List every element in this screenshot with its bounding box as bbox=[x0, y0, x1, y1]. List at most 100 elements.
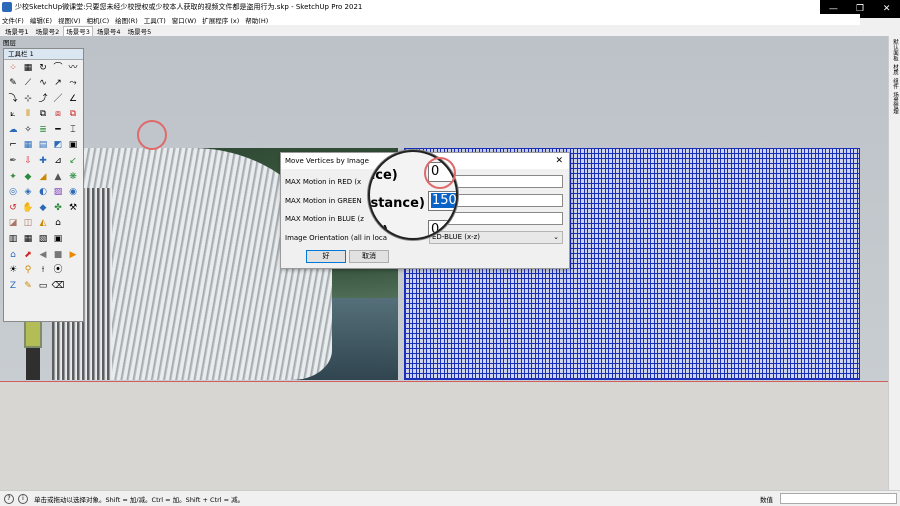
select-icon[interactable]: ⁘ bbox=[7, 62, 19, 74]
menu-camera[interactable]: 相机(C) bbox=[87, 15, 110, 25]
doc-icon[interactable]: ▭ bbox=[37, 280, 49, 292]
menu-window[interactable]: 窗口(W) bbox=[172, 15, 197, 25]
split-icon[interactable]: ⟊ bbox=[37, 265, 49, 277]
back-arrow-icon[interactable]: ◀ bbox=[37, 249, 49, 261]
grid-icon[interactable]: ▦ bbox=[22, 140, 34, 152]
info-icon[interactable]: i bbox=[18, 493, 28, 504]
pan-icon[interactable]: ✧ bbox=[22, 124, 34, 136]
home-view-icon[interactable]: ⌂ bbox=[7, 249, 19, 261]
menu-help[interactable]: 帮助(H) bbox=[245, 15, 268, 25]
dimension-icon[interactable]: ⦀ bbox=[22, 109, 34, 121]
paint-icon[interactable]: ◩ bbox=[52, 140, 64, 152]
sun-icon[interactable]: ☀ bbox=[7, 265, 19, 277]
table-icon[interactable]: ▤ bbox=[37, 140, 49, 152]
figure-tool-icon[interactable]: ✎ bbox=[22, 280, 34, 292]
menu-extensions[interactable]: 扩展程序 (x) bbox=[202, 15, 239, 25]
arc-icon[interactable]: ⌒ bbox=[52, 62, 64, 74]
line-icon[interactable]: ⟋ bbox=[22, 78, 34, 90]
scene-tab-4[interactable]: 场景号4 bbox=[94, 26, 124, 36]
zoom-extents-icon[interactable]: Z bbox=[7, 280, 19, 292]
tray-tab-components[interactable]: 组件 bbox=[891, 78, 899, 89]
shade-icon[interactable]: ◎ bbox=[7, 187, 19, 199]
outer-shell-icon[interactable]: ⧈ bbox=[52, 109, 64, 121]
menu-file[interactable]: 文件(F) bbox=[2, 15, 24, 25]
measure-icon[interactable]: ⟀ bbox=[7, 109, 19, 121]
scene-tab-2[interactable]: 场景号2 bbox=[33, 26, 63, 36]
weld-tool-icon[interactable]: ⦿ bbox=[52, 265, 64, 277]
import-icon[interactable]: ⬈ bbox=[22, 249, 34, 261]
freehand-icon[interactable]: 〰 bbox=[67, 62, 79, 74]
pushpull-icon[interactable]: ⇩ bbox=[22, 156, 34, 168]
menu-view[interactable]: 视图(V) bbox=[58, 15, 81, 25]
tray-tab-default[interactable]: 默认面板 bbox=[891, 39, 899, 61]
menu-tools[interactable]: 工具(T) bbox=[144, 15, 166, 25]
look-icon[interactable]: ▦ bbox=[22, 234, 34, 246]
toolbar-palette-title[interactable]: 工具栏 1 bbox=[4, 49, 83, 60]
eraser-small-icon[interactable]: ⌫ bbox=[52, 280, 65, 292]
dialog-close-icon[interactable]: ✕ bbox=[555, 153, 563, 169]
rotate-icon[interactable]: ⌐ bbox=[7, 140, 19, 152]
follow-me-icon[interactable]: ↙ bbox=[67, 156, 79, 168]
cube-icon[interactable]: ◈ bbox=[22, 187, 34, 199]
wood-icon[interactable]: ◪ bbox=[7, 218, 19, 230]
play-icon[interactable]: ▶ bbox=[67, 249, 79, 261]
arc-3pt-icon[interactable]: ⤴ bbox=[37, 93, 49, 105]
material-icon[interactable]: ◫ bbox=[22, 218, 34, 230]
measurements-input[interactable] bbox=[780, 493, 897, 504]
weld-icon[interactable]: ⚒ bbox=[67, 202, 79, 214]
smoove-icon[interactable]: ✤ bbox=[52, 202, 64, 214]
tray-tab-scenes[interactable]: 场景管理 bbox=[891, 92, 899, 114]
box-icon[interactable]: ▣ bbox=[67, 140, 79, 152]
sandbox-icon[interactable]: ✦ bbox=[7, 171, 19, 183]
red-motion-label: MAX Motion in RED (x bbox=[285, 178, 362, 186]
intersect-icon[interactable]: ⧉ bbox=[67, 109, 79, 121]
menu-draw[interactable]: 绘图(R) bbox=[115, 15, 138, 25]
section-icon[interactable]: ▧ bbox=[37, 234, 49, 246]
scene-tab-1[interactable]: 场景号1 bbox=[2, 26, 32, 36]
hand-icon[interactable]: ✋ bbox=[22, 202, 34, 214]
align-icon[interactable]: ⌂ bbox=[52, 218, 64, 230]
help-icon[interactable]: ? bbox=[4, 493, 14, 504]
stack-icon[interactable]: ≣ bbox=[37, 124, 49, 136]
bezier-icon[interactable]: ⤳ bbox=[67, 78, 79, 90]
shell-icon[interactable]: ◐ bbox=[37, 187, 49, 199]
walk-icon[interactable]: ▥ bbox=[7, 234, 19, 246]
lasso-icon[interactable]: ↻ bbox=[37, 62, 49, 74]
close-window-button[interactable]: ✕ bbox=[873, 0, 900, 18]
layer-label: 图层 bbox=[3, 39, 16, 47]
camera-icon[interactable]: ▣ bbox=[52, 234, 64, 246]
offset-icon[interactable]: ▲ bbox=[52, 171, 64, 183]
flip-icon[interactable]: ↺ bbox=[7, 202, 19, 214]
ok-button[interactable]: 好 bbox=[306, 250, 346, 263]
duplicate-icon[interactable]: ⧉ bbox=[37, 109, 49, 121]
xray-icon[interactable]: ▨ bbox=[52, 187, 64, 199]
polyline-icon[interactable]: ∿ bbox=[37, 78, 49, 90]
terrain-icon[interactable]: ◆ bbox=[22, 171, 34, 183]
arc-2pt-icon[interactable]: ⤵ bbox=[7, 93, 19, 105]
curve-icon[interactable]: ↗ bbox=[52, 78, 64, 90]
scene-tab-3[interactable]: 场景号3 bbox=[63, 26, 93, 36]
pencil-icon[interactable]: ✎ bbox=[7, 78, 19, 90]
segment-icon[interactable]: ／ bbox=[52, 93, 64, 105]
stop-icon[interactable]: ■ bbox=[52, 249, 64, 261]
tray-tab-materials[interactable]: 材质 bbox=[891, 64, 899, 75]
scale-icon[interactable]: ◢ bbox=[37, 171, 49, 183]
axis-icon[interactable]: ⊿ bbox=[52, 156, 64, 168]
orbit-icon[interactable]: ☁ bbox=[7, 124, 19, 136]
dash-icon[interactable]: ━ bbox=[52, 124, 64, 136]
cancel-button[interactable]: 取消 bbox=[349, 250, 389, 263]
subdivide-icon[interactable]: ◉ bbox=[67, 187, 79, 199]
globe-icon[interactable]: ❋ bbox=[67, 171, 79, 183]
toolbar-grid: ⁘ ▦ ↻ ⌒ 〰 ✎ ⟋ ∿ ↗ ⤳ ⤵ ⊹ ⤴ ／ ∠ ⟀ ⦀ ⧉ ⧈ ⧉ … bbox=[4, 60, 83, 298]
component-icon[interactable]: ▦ bbox=[22, 62, 34, 74]
text-icon[interactable]: ⌶ bbox=[67, 124, 79, 136]
pin-icon[interactable]: ⚲ bbox=[22, 265, 34, 277]
texture-icon[interactable]: ◭ bbox=[37, 218, 49, 230]
scene-tab-5[interactable]: 场景号5 bbox=[125, 26, 155, 36]
eraser-icon[interactable]: ✒ bbox=[7, 156, 19, 168]
angle-icon[interactable]: ∠ bbox=[67, 93, 79, 105]
extrude-icon[interactable]: ✚ bbox=[37, 156, 49, 168]
menu-edit[interactable]: 编辑(E) bbox=[30, 15, 52, 25]
drape-icon[interactable]: ◆ bbox=[37, 202, 49, 214]
pie-icon[interactable]: ⊹ bbox=[22, 93, 34, 105]
